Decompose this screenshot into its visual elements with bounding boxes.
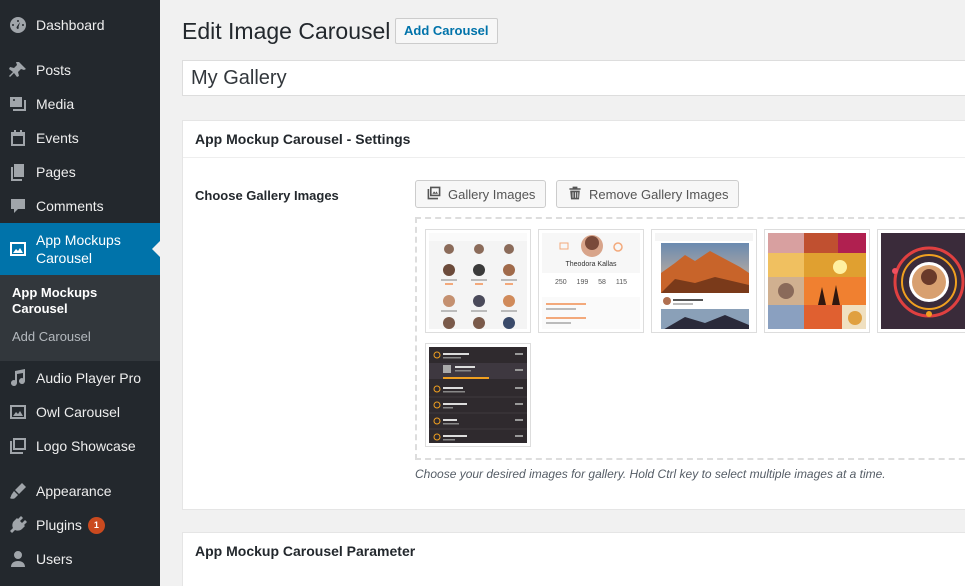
gallery-field-label: Choose Gallery Images [195,188,339,203]
menu-dashboard[interactable]: Dashboard [0,8,160,42]
thumbnail-image [429,233,527,329]
thumbnail-image [429,347,527,443]
submenu-current[interactable]: App Mockups Carousel [0,285,160,317]
media-icon [0,94,36,114]
menu-label: Appearance [36,483,112,499]
gallery-thumbnail[interactable] [764,229,870,333]
button-label: Remove Gallery Images [589,186,729,202]
menu-app-mockups-carousel[interactable]: App Mockups Carousel [0,223,160,275]
thumbnail-image [655,233,753,329]
gallery-icon [426,185,448,204]
menu-label: Owl Carousel [36,404,121,420]
parameter-postbox: App Mockup Carousel Parameter [182,532,965,586]
menu-logo-showcase[interactable]: Logo Showcase [0,429,160,463]
submenu-add-carousel[interactable]: Add Carousel [0,329,160,344]
gallery-preview-area: Theodora Kallas 250 199 58 115 [415,217,965,460]
menu-label: App Mockups Carousel [36,232,121,266]
active-indicator [152,241,160,257]
main-content: Edit Image Carousel Add Carousel App Moc… [160,0,965,586]
user-icon [0,549,36,569]
menu-media[interactable]: Media [0,87,160,121]
stat-value: 199 [576,279,589,286]
gallery-help-text: Choose your desired images for gallery. … [415,467,886,481]
gallery-thumbnail[interactable] [425,229,531,333]
image-icon [0,402,36,422]
post-title-input[interactable] [182,60,965,96]
dashboard-icon [0,15,36,35]
profile-stats: 250 199 58 115 [542,279,640,286]
remove-gallery-images-button[interactable]: Remove Gallery Images [556,180,740,208]
stat-value: 115 [615,279,628,286]
menu-label: Pages [36,164,76,180]
music-icon [0,368,36,388]
gallery-images-button[interactable]: Gallery Images [415,180,547,208]
plugin-icon [0,515,36,535]
menu-label: Posts [36,62,72,78]
menu-pages[interactable]: Pages [0,155,160,189]
calendar-icon [0,128,36,148]
menu-appearance[interactable]: Appearance [0,474,160,508]
menu-owl-carousel[interactable]: Owl Carousel [0,395,160,429]
thumbnail-image [881,233,965,329]
update-count-badge: 1 [87,516,105,534]
menu-posts[interactable]: Posts [0,53,160,87]
comment-icon [0,196,36,216]
add-carousel-button[interactable]: Add Carousel [395,18,498,44]
settings-box-title[interactable]: App Mockup Carousel - Settings [183,121,965,158]
menu-label: Comments [36,198,104,214]
brush-icon [0,481,36,501]
stat-value: 250 [554,279,567,286]
pin-icon [0,60,36,80]
image-icon [0,239,36,259]
menu-comments[interactable]: Comments [0,189,160,223]
menu-label: Users [36,551,73,567]
menu-label: Dashboard [36,17,105,33]
gallery-icon [0,436,36,456]
submenu: App Mockups Carousel Add Carousel [0,275,160,361]
menu-events[interactable]: Events [0,121,160,155]
parameter-box-title[interactable]: App Mockup Carousel Parameter [183,533,965,570]
gallery-thumbnail[interactable]: Theodora Kallas 250 199 58 115 [538,229,644,333]
settings-postbox: App Mockup Carousel - Settings Choose Ga… [182,120,965,510]
admin-sidebar: Dashboard Posts Media Events Pages Comme… [0,0,160,586]
button-label: Gallery Images [448,186,536,202]
gallery-thumbnail[interactable] [651,229,757,333]
menu-label: Media [36,96,75,112]
thumbnail-image [768,233,866,329]
profile-name: Theodora Kallas [565,261,617,268]
menu-audio-player-pro[interactable]: Audio Player Pro [0,361,160,395]
gallery-thumbnail[interactable] [425,343,531,447]
menu-plugins[interactable]: Plugins 1 [0,508,160,542]
menu-label: Events [36,130,79,146]
stat-value: 58 [598,279,606,286]
page-title: Edit Image Carousel [182,18,391,44]
menu-users[interactable]: Users [0,542,160,576]
menu-label: Audio Player Pro [36,370,142,386]
trash-icon [567,185,589,204]
thumbnail-image: Theodora Kallas 250 199 58 115 [542,233,640,329]
menu-label: Plugins [36,517,82,533]
gallery-thumbnail[interactable] [877,229,965,333]
pages-icon [0,162,36,182]
menu-label: Logo Showcase [36,438,136,454]
